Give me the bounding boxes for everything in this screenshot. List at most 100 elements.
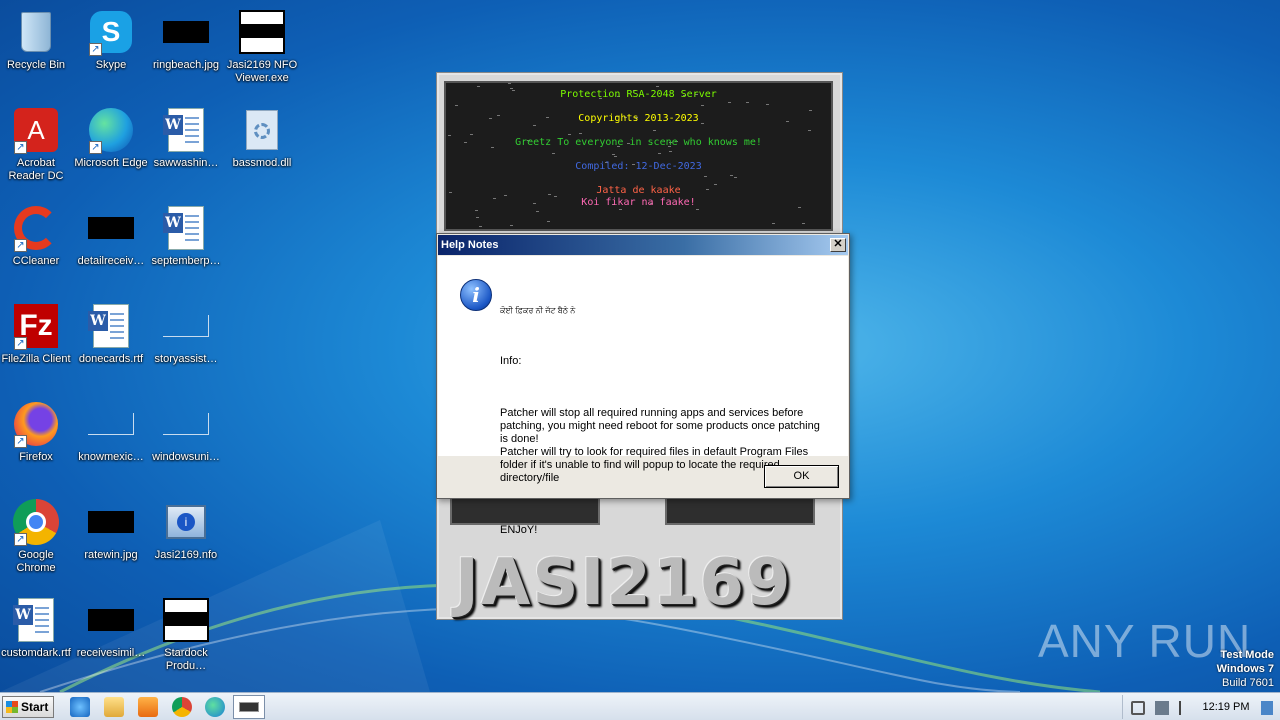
closing-text: ENJoY! (500, 524, 538, 536)
desktop-icon[interactable]: knowmexic… (72, 400, 150, 464)
desktop-icon[interactable]: Stardock Produ… (147, 596, 225, 673)
blank-file-icon (162, 302, 210, 350)
credits-starfield: Protection RSA-2048 Server Copyrights 201… (444, 81, 833, 231)
windows-version-line: Windows 7 (1216, 663, 1274, 675)
recycle-bin-icon (12, 8, 60, 56)
action-center-flag-icon[interactable] (1179, 701, 1193, 715)
firefox-icon: ↗ (12, 400, 60, 448)
star-dot (479, 226, 482, 227)
star-dot (536, 211, 539, 212)
blank-file-icon (162, 400, 210, 448)
star-dot (470, 134, 473, 135)
dialog-title: Help Notes (441, 239, 499, 251)
word-doc-icon: W (162, 204, 210, 252)
desktop-icon[interactable]: Wsawwashin… (147, 106, 225, 170)
star-dot (746, 102, 749, 103)
desktop-icon[interactable]: Wcustomdark.rtf (0, 596, 75, 660)
shortcut-arrow-icon: ↗ (14, 533, 27, 546)
show-desktop-icon[interactable] (1261, 701, 1273, 715)
help-notes-dialog: Help Notes ✕ i ਕੋਈ ਫ਼ਿਕਰ ਨੀ ਜੱਟ ਬੈਠੇ ਨੇ … (436, 233, 850, 536)
desktop-icon-label: Stardock Produ… (164, 647, 208, 672)
dialog-titlebar[interactable]: Help Notes ✕ (438, 235, 848, 255)
desktop-icon[interactable]: A ↗ Acrobat Reader DC (0, 106, 75, 183)
network-icon[interactable] (1155, 701, 1169, 715)
word-doc-icon: W (87, 302, 135, 350)
internet-explorer-icon[interactable] (70, 697, 90, 717)
credits-line: Protection RSA-2048 Server (560, 89, 717, 100)
start-button[interactable]: Start (2, 696, 54, 718)
shortcut-arrow-icon: ↗ (14, 337, 27, 350)
credits-line: Copyrights 2013-2023 (578, 113, 699, 124)
windows-logo-icon (6, 701, 18, 713)
info-heading: Info: (500, 355, 522, 367)
volume-icon[interactable] (1131, 701, 1145, 715)
desktop-icon[interactable]: Wseptemberp… (147, 204, 225, 268)
desktop-icon-label: CCleaner (12, 255, 60, 267)
media-player-icon[interactable] (138, 697, 158, 717)
credits-line: Jatta de kaake (596, 185, 681, 196)
desktop-icon[interactable]: detailreceiv… (72, 204, 150, 268)
star-dot (730, 175, 733, 176)
desktop-icon-label: FileZilla Client (1, 353, 71, 365)
test-mode-notice: Test Mode Windows 7 Build 7601 (1217, 648, 1274, 690)
desktop-icon[interactable]: Jasi2169 NFO Viewer.exe (223, 8, 301, 85)
desktop-icon-label: knowmexic… (78, 451, 144, 463)
credits-line: Koi fikar na faake! (581, 197, 696, 208)
star-dot (772, 223, 775, 224)
skype-icon: S ↗ (87, 8, 135, 56)
star-dot (448, 135, 451, 136)
star-dot (476, 217, 479, 218)
desktop-icon-label: detailreceiv… (77, 255, 145, 267)
star-dot (619, 209, 622, 210)
nfo-file-icon: i (162, 498, 210, 546)
desktop-icon-label: Skype (95, 59, 127, 71)
desktop-icon[interactable]: Fz ↗ FileZilla Client (0, 302, 75, 366)
chrome-icon: ↗ (12, 498, 60, 546)
desktop-icon[interactable]: ratewin.jpg (72, 498, 150, 562)
desktop-icon[interactable]: Recycle Bin (0, 8, 75, 72)
desktop-icon[interactable]: windowsuni… (147, 400, 225, 464)
desktop-icon[interactable]: Wdonecards.rtf (72, 302, 150, 366)
ok-button[interactable]: OK (764, 465, 839, 488)
desktop-icon[interactable]: S ↗ Skype (72, 8, 150, 72)
image-file-icon (87, 498, 135, 546)
star-dot (669, 151, 672, 152)
dialog-content: i ਕੋਈ ਫ਼ਿਕਰ ਨੀ ਜੱਟ ਬੈਠੇ ਨੇ Info: Patcher… (438, 256, 848, 536)
desktop-icon-label: ringbeach.jpg (152, 59, 220, 71)
filezilla-icon: Fz ↗ (12, 302, 60, 350)
desktop-icon-label: septemberp… (151, 255, 221, 267)
desktop-icon-label: Jasi2169 NFO Viewer.exe (226, 59, 298, 84)
desktop-icon[interactable]: storyassist… (147, 302, 225, 366)
desktop-icon[interactable]: ↗ Google Chrome (0, 498, 75, 575)
clock[interactable]: 12:19 PM (1196, 693, 1256, 720)
desktop-icon[interactable]: ringbeach.jpg (147, 8, 225, 72)
star-dot (653, 130, 656, 131)
desktop-icon[interactable]: i Jasi2169.nfo (147, 498, 225, 562)
build-line: Build 7601 (1222, 677, 1274, 689)
file-explorer-icon[interactable] (104, 697, 124, 717)
star-dot (614, 156, 617, 157)
star-dot (766, 104, 769, 105)
chrome-taskbar-icon[interactable] (172, 697, 192, 717)
desktop-icon-label: storyassist… (154, 353, 218, 365)
close-button[interactable]: ✕ (830, 238, 846, 252)
desktop-icon[interactable]: ↗ CCleaner (0, 204, 75, 268)
desktop-icon-label: customdark.rtf (1, 647, 71, 659)
desktop-icon[interactable]: bassmod.dll (223, 106, 301, 170)
desktop-icon-label: windowsuni… (152, 451, 220, 463)
patcher-window-icon (239, 702, 259, 712)
ccleaner-icon: ↗ (12, 204, 60, 252)
desktop-icon[interactable]: ↗ Firefox (0, 400, 75, 464)
desktop-icon-label: Jasi2169.nfo (154, 549, 218, 561)
patcher-taskbar-button[interactable] (233, 695, 265, 719)
word-doc-icon: W (12, 596, 60, 644)
desktop-icon-label: donecards.rtf (78, 353, 144, 365)
star-dot (808, 130, 811, 131)
nfo-viewer-icon (238, 8, 286, 56)
star-dot (508, 83, 511, 84)
desktop-icon[interactable]: ↗ Microsoft Edge (72, 106, 150, 170)
star-dot (533, 125, 536, 126)
info-icon: i (460, 279, 492, 311)
edge-taskbar-icon[interactable] (205, 697, 225, 717)
desktop-icon[interactable]: receivesimil… (72, 596, 150, 660)
